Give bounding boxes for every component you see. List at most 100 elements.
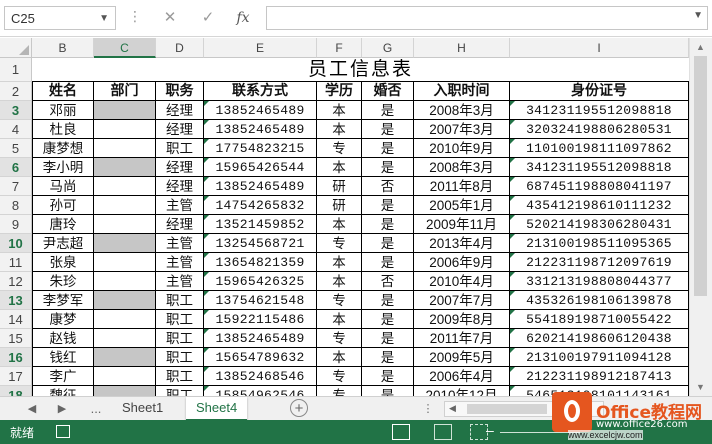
row-header-12[interactable]: 12 — [0, 272, 32, 291]
table-cell[interactable]: 主管 — [156, 272, 204, 291]
table-cell[interactable]: 是 — [362, 348, 414, 367]
table-cell[interactable] — [94, 215, 156, 234]
table-cell[interactable]: 2010年9月 — [414, 139, 510, 158]
table-cell[interactable]: 主管 — [156, 234, 204, 253]
table-cell[interactable]: 是 — [362, 367, 414, 386]
table-cell[interactable]: 14754265832 — [204, 196, 317, 215]
scroll-left-icon[interactable]: ◀ — [449, 403, 456, 414]
table-cell[interactable]: 本 — [317, 215, 362, 234]
table-cell[interactable]: 是 — [362, 101, 414, 120]
table-cell[interactable]: 435412198610111232 — [510, 196, 689, 215]
table-cell[interactable]: 本 — [317, 253, 362, 272]
table-cell[interactable]: 本 — [317, 101, 362, 120]
row-header-1[interactable]: 1 — [0, 58, 32, 82]
table-cell[interactable]: 研 — [317, 196, 362, 215]
table-cell[interactable]: 李小明 — [32, 158, 94, 177]
table-cell[interactable]: 职工 — [156, 310, 204, 329]
select-all-corner[interactable] — [0, 38, 32, 58]
table-cell[interactable]: 17754823215 — [204, 139, 317, 158]
table-cell[interactable] — [94, 177, 156, 196]
table-cell[interactable]: 专 — [317, 291, 362, 310]
table-cell[interactable]: 2009年8月 — [414, 310, 510, 329]
table-cell[interactable] — [94, 348, 156, 367]
tab-next-icon[interactable]: ▶ — [52, 397, 72, 421]
row-header-14[interactable]: 14 — [0, 310, 32, 329]
table-cell[interactable] — [94, 120, 156, 139]
table-cell[interactable]: 2010年4月 — [414, 272, 510, 291]
table-cell[interactable]: 687451198808041197 — [510, 177, 689, 196]
tab-prev-icon[interactable]: ◀ — [22, 397, 42, 421]
table-header-cell[interactable]: 学历 — [317, 82, 362, 101]
table-cell[interactable] — [94, 291, 156, 310]
row-header-16[interactable]: 16 — [0, 348, 32, 367]
table-cell[interactable] — [94, 329, 156, 348]
page-layout-view-icon[interactable] — [434, 424, 452, 440]
table-cell[interactable]: 本 — [317, 348, 362, 367]
confirm-entry-icon[interactable]: ✓ — [196, 6, 220, 30]
table-cell[interactable]: 是 — [362, 329, 414, 348]
table-cell[interactable] — [94, 234, 156, 253]
row-header-15[interactable]: 15 — [0, 329, 32, 348]
table-cell[interactable]: 2008年3月 — [414, 101, 510, 120]
table-cell[interactable]: 是 — [362, 234, 414, 253]
row-header-5[interactable]: 5 — [0, 139, 32, 158]
table-cell[interactable]: 是 — [362, 120, 414, 139]
add-sheet-icon[interactable]: + — [290, 399, 308, 417]
cancel-entry-icon[interactable]: ✕ — [158, 6, 182, 30]
name-box-dropdown-icon[interactable]: ▼ — [99, 7, 109, 31]
insert-function-icon[interactable]: fx — [228, 6, 258, 30]
tab-split-grip-icon[interactable]: ⋮ — [418, 397, 438, 421]
table-cell[interactable]: 马尚 — [32, 177, 94, 196]
table-header-cell[interactable]: 姓名 — [32, 82, 94, 101]
row-header-2[interactable]: 2 — [0, 82, 32, 101]
table-cell[interactable]: 2013年4月 — [414, 234, 510, 253]
table-header-cell[interactable]: 联系方式 — [204, 82, 317, 101]
table-header-cell[interactable]: 部门 — [94, 82, 156, 101]
table-cell[interactable]: 本 — [317, 158, 362, 177]
table-cell[interactable]: 是 — [362, 196, 414, 215]
table-cell[interactable]: 341231195512098818 — [510, 158, 689, 177]
table-cell[interactable]: 孙可 — [32, 196, 94, 215]
zoom-out-icon[interactable]: – — [486, 422, 494, 438]
table-header-cell[interactable]: 入职时间 — [414, 82, 510, 101]
table-cell[interactable]: 13852465489 — [204, 177, 317, 196]
vertical-scroll-thumb[interactable] — [694, 56, 707, 296]
scroll-up-icon[interactable]: ▲ — [696, 42, 705, 52]
table-cell[interactable]: 110100198111097862 — [510, 139, 689, 158]
table-cell[interactable]: 212231198912187413 — [510, 367, 689, 386]
table-cell[interactable]: 钱红 — [32, 348, 94, 367]
table-cell[interactable]: 职工 — [156, 367, 204, 386]
table-cell[interactable]: 职工 — [156, 329, 204, 348]
table-cell[interactable]: 13521459852 — [204, 215, 317, 234]
table-cell[interactable]: 职工 — [156, 291, 204, 310]
name-box[interactable]: C25 ▼ — [4, 6, 116, 30]
table-cell[interactable]: 本 — [317, 272, 362, 291]
table-cell[interactable]: 经理 — [156, 101, 204, 120]
table-cell[interactable]: 经理 — [156, 120, 204, 139]
table-cell[interactable]: 专 — [317, 367, 362, 386]
table-cell[interactable] — [94, 101, 156, 120]
table-header-cell[interactable]: 身份证号 — [510, 82, 689, 101]
formula-input[interactable]: ▼ — [266, 6, 708, 30]
table-cell[interactable] — [94, 367, 156, 386]
table-cell[interactable]: 本 — [317, 310, 362, 329]
tab-sheet1[interactable]: Sheet1 — [112, 397, 173, 419]
table-cell[interactable]: 朱珍 — [32, 272, 94, 291]
column-header-g[interactable]: G — [362, 38, 414, 58]
table-cell[interactable]: 本 — [317, 120, 362, 139]
table-cell[interactable]: 213100197911094128 — [510, 348, 689, 367]
table-cell[interactable]: 李梦军 — [32, 291, 94, 310]
table-cell[interactable]: 13654821359 — [204, 253, 317, 272]
row-header-17[interactable]: 17 — [0, 367, 32, 386]
table-cell[interactable]: 15922115486 — [204, 310, 317, 329]
table-cell[interactable]: 320324198806280531 — [510, 120, 689, 139]
row-header-10[interactable]: 10 — [0, 234, 32, 253]
row-header-3[interactable]: 3 — [0, 101, 32, 120]
table-cell[interactable]: 2009年11月 — [414, 215, 510, 234]
table-cell[interactable]: 否 — [362, 177, 414, 196]
table-cell[interactable]: 2009年5月 — [414, 348, 510, 367]
table-cell[interactable]: 尹志超 — [32, 234, 94, 253]
column-header-b[interactable]: B — [32, 38, 94, 58]
table-cell[interactable]: 13852465489 — [204, 101, 317, 120]
table-cell[interactable]: 唐玲 — [32, 215, 94, 234]
